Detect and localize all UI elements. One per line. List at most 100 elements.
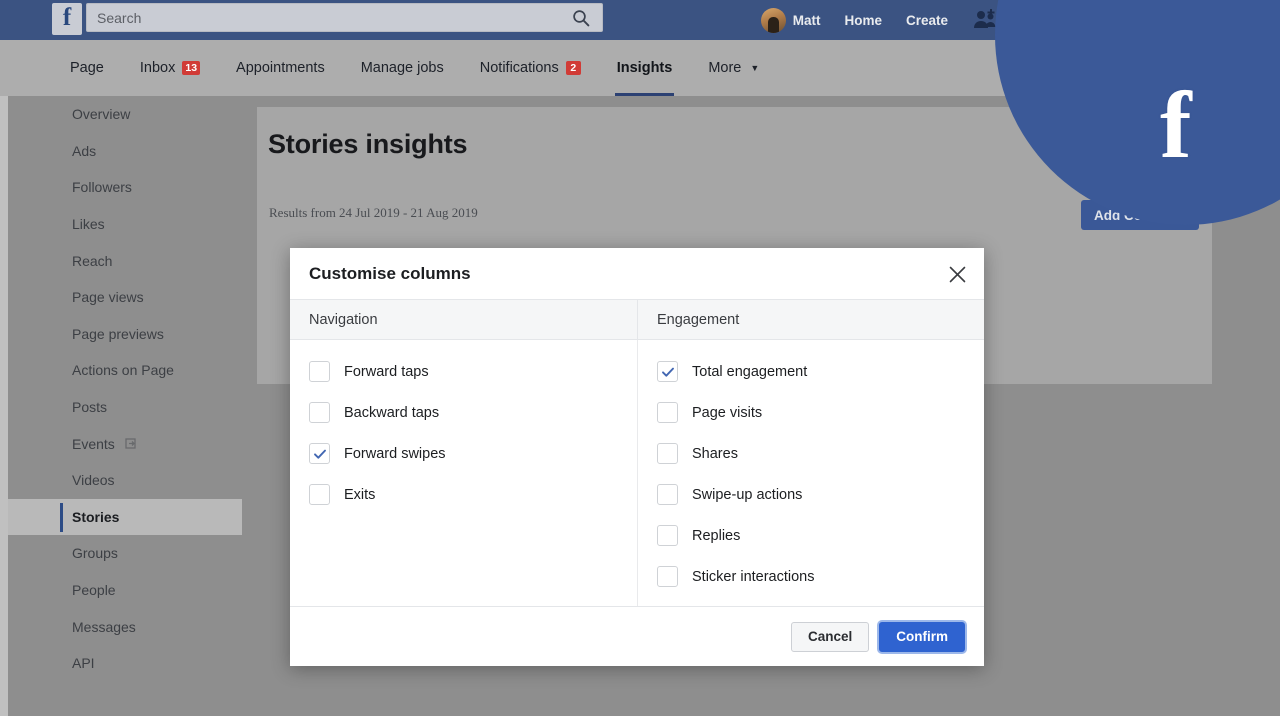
checkbox-row-replies[interactable]: Replies: [638, 515, 984, 556]
sidebar-item-page-previews[interactable]: Page previews: [8, 316, 242, 353]
sidebar-item-label: Page previews: [72, 325, 164, 342]
nav-item-label: Manage jobs: [360, 60, 444, 76]
sidebar-item-label: Overview: [72, 106, 131, 123]
checkbox-forward-taps[interactable]: [309, 361, 330, 382]
sidebar-item-label: Messages: [72, 618, 136, 635]
checkbox-replies[interactable]: [657, 525, 678, 546]
checkbox-label: Total engagement: [692, 363, 808, 380]
checkbox-backward-taps[interactable]: [309, 402, 330, 423]
checkbox-row-backward-taps[interactable]: Backward taps: [290, 392, 637, 433]
sidebar-item-label: API: [72, 655, 95, 672]
notifications-badge: 2: [565, 61, 581, 75]
user-name-link[interactable]: Matt: [793, 13, 821, 28]
sidebar-item-actions-on-page[interactable]: Actions on Page: [8, 352, 242, 389]
checkbox-label: Forward swipes: [344, 445, 446, 462]
sidebar-item-label: Actions on Page: [72, 362, 174, 379]
home-link[interactable]: Home: [844, 13, 882, 28]
nav-item-more[interactable]: More ▼: [690, 40, 777, 96]
app-screen: f Search Matt Home Create Page Inbox 13 …: [0, 0, 1280, 716]
column-header-navigation: Navigation: [309, 311, 378, 328]
modal-title: Customise columns: [309, 263, 471, 283]
search-icon[interactable]: [572, 9, 590, 27]
sidebar-item-label: Events: [72, 435, 115, 452]
checkbox-label: Sticker interactions: [692, 568, 815, 585]
search-input[interactable]: Search: [86, 3, 603, 32]
search-placeholder: Search: [97, 9, 142, 26]
sidebar-item-label: People: [72, 582, 116, 599]
modal-header: Customise columns: [290, 248, 984, 300]
nav-item-label: Notifications: [479, 60, 559, 76]
results-date-range: Results from 24 Jul 2019 - 21 Aug 2019: [269, 205, 478, 220]
checkbox-shares[interactable]: [657, 443, 678, 464]
cancel-button[interactable]: Cancel: [790, 621, 870, 652]
nav-item-notifications[interactable]: Notifications 2: [462, 40, 599, 96]
sidebar-item-events[interactable]: Events: [8, 425, 242, 462]
checkbox-row-swipe-up-actions[interactable]: Swipe-up actions: [638, 474, 984, 515]
sidebar-item-ads[interactable]: Ads: [8, 133, 242, 170]
nav-item-appointments[interactable]: Appointments: [218, 40, 343, 96]
nav-item-page[interactable]: Page: [52, 40, 122, 96]
column-headers-row: Navigation Engagement: [290, 300, 984, 340]
sidebar-item-followers[interactable]: Followers: [8, 169, 242, 206]
sidebar-item-label: Ads: [72, 142, 97, 159]
sidebar-item-stories[interactable]: Stories: [8, 498, 242, 536]
checkbox-forward-swipes[interactable]: [309, 443, 330, 464]
checkbox-label: Exits: [344, 486, 376, 503]
sidebar-item-label: Videos: [72, 472, 115, 489]
sidebar-item-label: Page views: [72, 289, 144, 306]
sidebar-item-videos[interactable]: Videos: [8, 462, 242, 499]
confirm-button[interactable]: Confirm: [879, 621, 965, 652]
sidebar-item-likes[interactable]: Likes: [8, 206, 242, 243]
sidebar-item-people[interactable]: People: [8, 572, 242, 609]
checkbox-row-sticker-interactions[interactable]: Sticker interactions: [638, 556, 984, 597]
nav-item-label: More: [708, 60, 742, 76]
checkbox-row-exits[interactable]: Exits: [290, 474, 637, 515]
nav-item-label: Appointments: [236, 60, 325, 76]
checkbox-swipe-up-actions[interactable]: [657, 484, 678, 505]
sidebar-item-label: Groups: [72, 545, 118, 562]
facebook-logo-icon[interactable]: f: [52, 3, 82, 35]
sidebar-item-overview[interactable]: Overview: [8, 96, 242, 133]
checkbox-total-engagement[interactable]: [657, 361, 678, 382]
sidebar-item-label: Reach: [72, 252, 113, 269]
checkbox-page-visits[interactable]: [657, 402, 678, 423]
checkbox-row-page-visits[interactable]: Page visits: [638, 392, 984, 433]
nav-item-manage-jobs[interactable]: Manage jobs: [343, 40, 462, 96]
left-edge-strip: [0, 96, 8, 716]
create-link[interactable]: Create: [906, 13, 948, 28]
nav-item-insights[interactable]: Insights: [599, 40, 691, 96]
page-nav-items: Page Inbox 13 Appointments Manage jobs N…: [52, 40, 777, 96]
sidebar-item-messages[interactable]: Messages: [8, 608, 242, 645]
checkbox-row-forward-taps[interactable]: Forward taps: [290, 351, 637, 392]
sidebar-item-groups[interactable]: Groups: [8, 535, 242, 572]
checkbox-exits[interactable]: [309, 484, 330, 505]
checkbox-label: Forward taps: [344, 363, 429, 380]
column-header-engagement: Engagement: [637, 300, 984, 339]
nav-item-inbox[interactable]: Inbox 13: [122, 40, 218, 96]
nav-item-label: Page: [70, 60, 104, 76]
checkbox-sticker-interactions[interactable]: [657, 566, 678, 587]
nav-item-label: Inbox: [139, 60, 176, 76]
checkbox-label: Backward taps: [344, 404, 440, 421]
insights-sidebar: Overview Ads Followers Likes Reach Page …: [8, 96, 242, 716]
checkbox-row-shares[interactable]: Shares: [638, 433, 984, 474]
checkbox-row-total-engagement[interactable]: Total engagement: [638, 351, 984, 392]
sidebar-item-reach[interactable]: Reach: [8, 242, 242, 279]
decorative-facebook-logo-icon: f: [1160, 72, 1192, 178]
inbox-badge: 13: [182, 61, 201, 75]
checkbox-label: Replies: [692, 527, 741, 544]
sidebar-item-api[interactable]: API: [8, 645, 242, 682]
sidebar-item-page-views[interactable]: Page views: [8, 279, 242, 316]
facebook-logo-letter: f: [62, 4, 72, 31]
close-icon[interactable]: [944, 261, 970, 287]
checkbox-label: Page visits: [692, 404, 763, 421]
columns-body: Forward taps Backward taps Forward swipe…: [290, 340, 984, 606]
checkbox-label: Shares: [692, 445, 738, 462]
external-link-icon: [125, 437, 138, 450]
sidebar-item-label: Posts: [72, 399, 108, 416]
checkbox-row-forward-swipes[interactable]: Forward swipes: [290, 433, 637, 474]
sidebar-item-posts[interactable]: Posts: [8, 389, 242, 426]
nav-item-label: Insights: [616, 60, 673, 76]
avatar[interactable]: [760, 7, 786, 33]
page-title: Stories insights: [268, 129, 468, 159]
